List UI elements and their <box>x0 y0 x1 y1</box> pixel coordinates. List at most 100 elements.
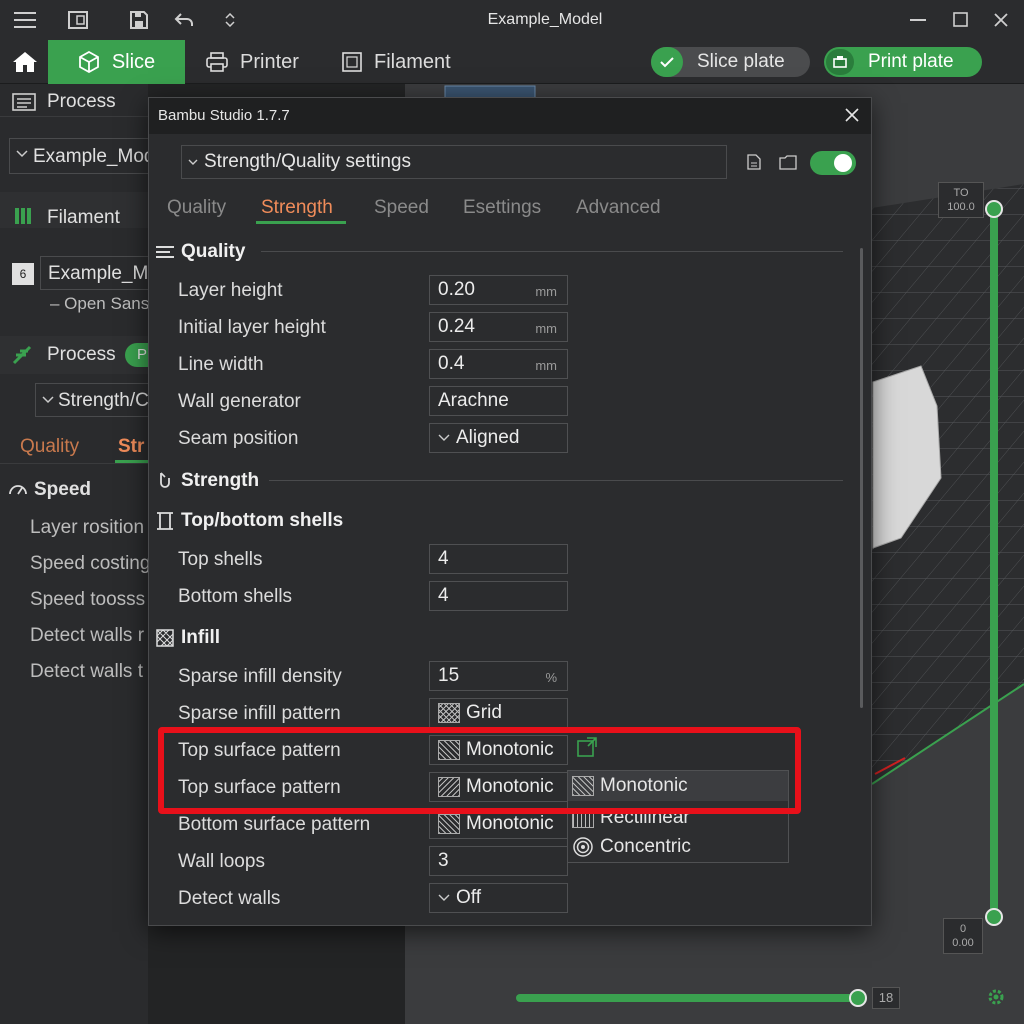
tab-filament[interactable]: Filament <box>342 40 451 84</box>
layer-height-unit: mm <box>535 284 557 299</box>
tab-quality[interactable]: Quality <box>20 436 79 458</box>
filament-spool-icon <box>13 206 35 226</box>
layer-bottom-id: 0 <box>959 923 967 935</box>
tab-esettings[interactable]: Esettings <box>463 197 541 219</box>
advanced-toggle[interactable] <box>810 151 856 175</box>
maximize-icon[interactable] <box>949 8 973 32</box>
filament-slot-badge[interactable]: 6 <box>12 263 34 285</box>
chevron-down-icon <box>188 159 198 166</box>
bottom-shells-label: Bottom shells <box>178 586 293 607</box>
section-strength-title: Strength <box>181 470 260 491</box>
bottom-shells-input[interactable]: 4 <box>429 581 568 611</box>
document-icon[interactable] <box>747 154 761 170</box>
tab-filament-label: Filament <box>374 50 451 73</box>
section-quality: Quality <box>155 241 245 263</box>
slice-plate-label: Slice plate <box>697 51 785 72</box>
bottom-surface-pattern-label: Bottom surface pattern <box>178 814 371 835</box>
shells-icon <box>155 511 175 531</box>
pattern-dropdown-menu: Monotonic Rectilinear Concentric <box>567 770 789 863</box>
tab-slice-label: Slice <box>111 50 156 73</box>
folder-icon[interactable] <box>779 154 797 170</box>
concentric-pattern-icon <box>572 836 594 858</box>
process2-preset-select[interactable]: Strength/C <box>35 383 148 417</box>
cube-icon <box>78 51 100 73</box>
tab-strength[interactable]: Str <box>118 436 144 458</box>
top-shells-input[interactable]: 4 <box>429 544 568 574</box>
line-width-input[interactable]: 0.4 mm <box>429 349 568 379</box>
layer-top-label: TO 100.0 <box>938 182 984 218</box>
detect-walls-value: Off <box>456 887 481 908</box>
checkmark-icon <box>651 47 683 77</box>
tab-quality[interactable]: Quality <box>167 197 226 219</box>
sparse-infill-pattern-select[interactable]: Grid <box>429 698 568 728</box>
divider <box>269 480 843 481</box>
move-slider-value: 18 <box>872 987 900 1009</box>
layer-slider-top-handle[interactable] <box>985 200 1003 218</box>
tab-printer[interactable]: Printer <box>206 40 299 84</box>
scrollbar[interactable] <box>860 248 863 708</box>
window-title: Example_Model <box>487 11 603 28</box>
move-slider-track[interactable] <box>516 994 862 1002</box>
print-icon <box>826 49 854 75</box>
bottom-surface-pattern-select[interactable]: Monotonic <box>429 809 568 839</box>
edit-pattern-icon[interactable] <box>577 737 597 757</box>
slice-plate-button[interactable]: Slice plate <box>651 47 810 77</box>
seam-position-select[interactable]: Aligned <box>429 423 568 453</box>
dialog-close-icon[interactable] <box>845 108 859 122</box>
layer-height-value: 0.20 <box>438 279 475 300</box>
process-preset-value: Example_Mod <box>33 146 148 167</box>
filament-header: Filament <box>47 207 120 228</box>
minimize-icon[interactable] <box>906 8 930 32</box>
tab-speed[interactable]: Speed <box>374 197 429 219</box>
process-preset-select[interactable]: Example_Mod <box>9 138 148 174</box>
divider <box>261 251 843 252</box>
layer-top-value: 100.0 <box>947 201 975 213</box>
wall-generator-label: Wall generator <box>178 391 301 412</box>
initial-layer-height-unit: mm <box>535 321 557 336</box>
grid-pattern-icon <box>438 703 460 723</box>
top-surface-pattern-2-select[interactable]: Monotonic <box>429 772 568 802</box>
dropdown-option-label: Concentric <box>600 836 691 857</box>
dropdown-option-concentric[interactable]: Concentric <box>572 833 691 861</box>
layer-slider-bottom-handle[interactable] <box>985 908 1003 926</box>
bottom-shells-value: 4 <box>438 585 449 606</box>
layer-bottom-value: 0.00 <box>952 937 974 949</box>
tab-slice[interactable]: Slice <box>48 40 185 84</box>
top-surface-pattern-select[interactable]: Monotonic <box>429 735 568 765</box>
rectilinear-pattern-icon <box>572 808 594 828</box>
detect-walls-select[interactable]: Off <box>429 883 568 913</box>
chevron-down-icon <box>16 150 28 158</box>
monotonic-pattern-icon <box>438 740 460 760</box>
filament-select[interactable]: Example_M <box>40 256 148 290</box>
initial-layer-height-value: 0.24 <box>438 316 475 337</box>
home-button[interactable] <box>10 40 40 84</box>
line-width-value: 0.4 <box>438 353 465 374</box>
tab-strength[interactable]: Strength <box>261 197 333 219</box>
section-quality-title: Quality <box>181 241 246 262</box>
print-plate-button[interactable]: Print plate <box>824 47 982 77</box>
speed-header: Speed <box>34 479 92 500</box>
wall-generator-select[interactable]: Arachne <box>429 386 568 416</box>
dropdown-option-rectilinear[interactable]: Rectilinear <box>572 804 690 832</box>
gear-icon[interactable] <box>987 988 1005 1006</box>
top-shells-value: 4 <box>438 548 449 569</box>
layer-height-input[interactable]: 0.20 mm <box>429 275 568 305</box>
list-item: Detect walls t <box>30 661 143 682</box>
printer-icon <box>206 52 228 72</box>
divider <box>0 116 148 117</box>
seam-position-label: Seam position <box>178 428 299 449</box>
speedometer-icon <box>8 480 28 498</box>
initial-layer-height-input[interactable]: 0.24 mm <box>429 312 568 342</box>
dropdown-option-monotonic[interactable]: Monotonic <box>568 771 788 801</box>
move-slider-handle[interactable] <box>849 989 867 1007</box>
tab-advanced[interactable]: Advanced <box>576 197 661 219</box>
close-window-icon[interactable] <box>989 8 1013 32</box>
sparse-infill-density-label: Sparse infill density <box>178 666 342 687</box>
sparse-infill-density-input[interactable]: 15 % <box>429 661 568 691</box>
preset-select[interactable]: Strength/Quality settings <box>181 145 727 179</box>
wall-loops-input[interactable]: 3 <box>429 846 568 876</box>
section-top-bottom-title: Top/bottom shells <box>181 510 344 531</box>
wall-generator-value: Arachne <box>438 390 509 411</box>
process-pill[interactable]: P <box>125 343 148 367</box>
layer-slider-track[interactable] <box>990 204 998 916</box>
